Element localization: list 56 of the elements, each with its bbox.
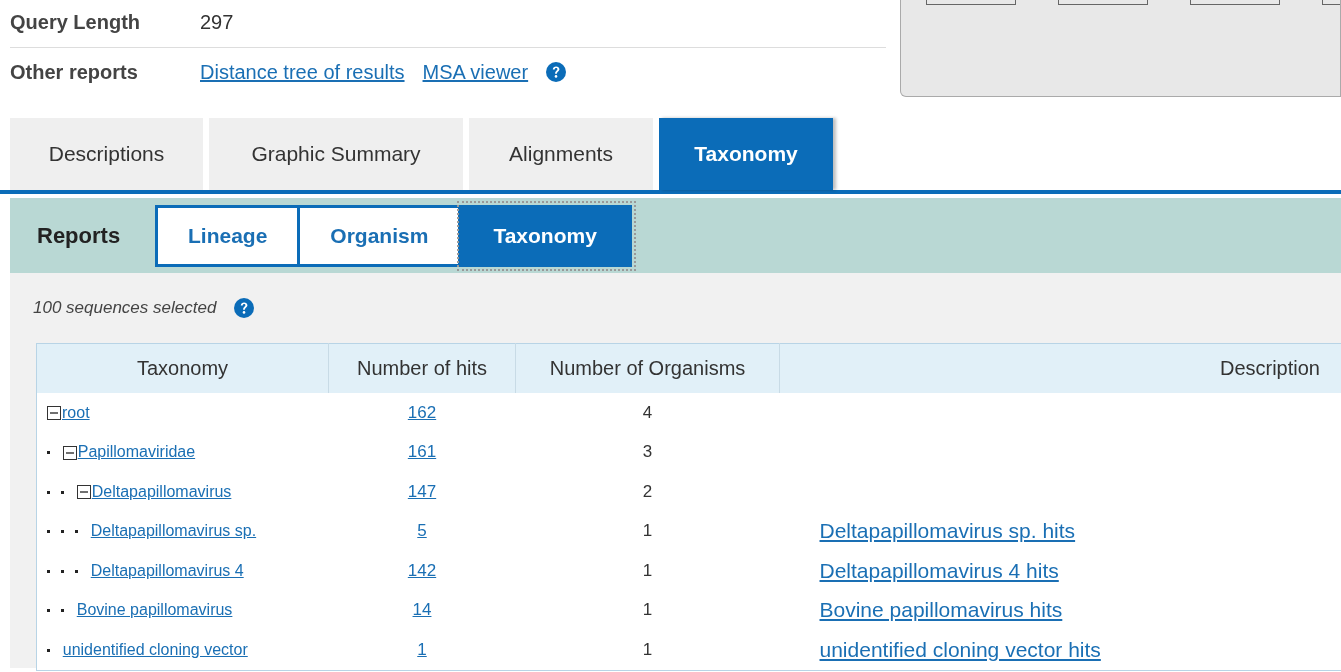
cut-off-button[interactable] bbox=[1058, 0, 1148, 5]
organism-count: 3 bbox=[515, 432, 780, 472]
organism-count: 4 bbox=[515, 393, 780, 433]
cut-off-button[interactable] bbox=[1190, 0, 1280, 5]
field-value: 297 bbox=[200, 11, 234, 34]
tab[interactable]: Alignments bbox=[469, 118, 653, 190]
indent-dots bbox=[47, 530, 78, 534]
description-link[interactable]: Deltapapillomavirus 4 hits bbox=[819, 558, 1059, 582]
report-button[interactable]: Lineage bbox=[155, 204, 301, 267]
indent-dots bbox=[47, 648, 50, 652]
field-label: Query Length bbox=[10, 11, 141, 34]
column-header: Description bbox=[779, 343, 1341, 393]
column-header: Number of Organisms bbox=[515, 343, 780, 393]
description-link[interactable]: Bovine papillomavirus hits bbox=[819, 598, 1063, 622]
taxon-link[interactable]: Deltapapillomavirus 4 bbox=[90, 561, 244, 579]
help-icon[interactable] bbox=[546, 62, 567, 82]
taxon-link[interactable]: Deltapapillomavirus sp. bbox=[90, 522, 257, 540]
hits-link[interactable]: 161 bbox=[407, 442, 437, 462]
selection-note: 100 sequences selected bbox=[33, 298, 217, 318]
indent-dots bbox=[47, 451, 50, 455]
collapse-icon[interactable] bbox=[76, 485, 91, 500]
indent-dots bbox=[47, 569, 78, 573]
hits-link[interactable]: 147 bbox=[407, 481, 437, 501]
help-icon[interactable] bbox=[234, 298, 255, 318]
hits-link[interactable]: 5 bbox=[417, 521, 427, 541]
organism-count: 2 bbox=[515, 472, 780, 512]
report-button[interactable]: Organism bbox=[300, 204, 462, 267]
organism-count: 1 bbox=[515, 590, 780, 630]
report-link[interactable]: MSA viewer bbox=[422, 60, 529, 84]
indent-dots bbox=[47, 609, 64, 613]
taxon-link[interactable]: Bovine papillomavirus bbox=[76, 601, 233, 619]
organism-count: 1 bbox=[515, 551, 780, 591]
cut-off-button[interactable] bbox=[926, 0, 1016, 5]
taxon-link[interactable]: Deltapapillomavirus bbox=[91, 482, 232, 500]
organism-count: 1 bbox=[515, 630, 780, 670]
hits-link[interactable]: 14 bbox=[412, 600, 432, 620]
hits-link[interactable]: 142 bbox=[407, 560, 437, 580]
tab[interactable]: Graphic Summary bbox=[209, 118, 463, 190]
indent-dots bbox=[47, 490, 64, 494]
collapse-icon[interactable] bbox=[62, 445, 77, 460]
taxon-link[interactable]: unidentified cloning vector bbox=[62, 640, 248, 658]
tab[interactable]: Taxonomy bbox=[659, 118, 833, 190]
taxon-link[interactable]: root bbox=[62, 403, 90, 421]
taxon-link[interactable]: Papillomaviridae bbox=[77, 443, 196, 461]
column-header: Number of hits bbox=[328, 343, 516, 393]
tab[interactable]: Descriptions bbox=[10, 118, 203, 190]
reports-label: Reports bbox=[37, 222, 122, 249]
organism-count: 1 bbox=[515, 511, 780, 551]
hits-link[interactable]: 1 bbox=[417, 639, 427, 659]
column-header: Taxonomy bbox=[36, 343, 329, 393]
hits-link[interactable]: 162 bbox=[407, 402, 437, 422]
collapse-icon[interactable] bbox=[47, 406, 61, 421]
description-link[interactable]: unidentified cloning vector hits bbox=[819, 637, 1101, 661]
report-link[interactable]: Distance tree of results bbox=[200, 60, 405, 84]
description-link[interactable]: Deltapapillomavirus sp. hits bbox=[819, 519, 1076, 543]
field-label: Other reports bbox=[10, 60, 139, 84]
